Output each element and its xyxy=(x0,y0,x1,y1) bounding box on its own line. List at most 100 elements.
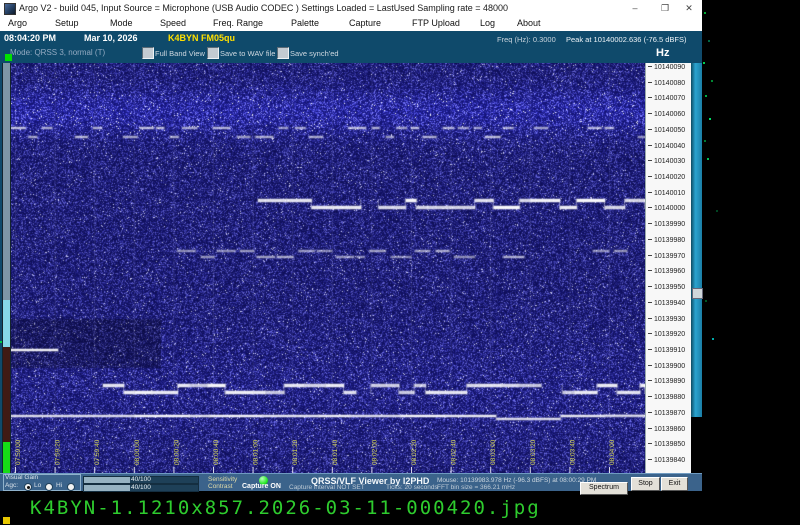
freq-scale-label: 10139930 xyxy=(648,316,685,323)
hz-unit-label: Hz xyxy=(656,47,670,59)
hi-label: Hi xyxy=(56,482,63,489)
menu-item-capture[interactable]: Capture xyxy=(349,18,381,28)
ticks-readout: Ticks: 20 seconds xyxy=(386,483,438,491)
frequency-scrollbar[interactable] xyxy=(691,63,703,473)
visual-gain-label: Visual Gain xyxy=(5,474,39,481)
freq-scale-label: 10139910 xyxy=(648,347,685,354)
callsign-grid: K4BYN FM05qu xyxy=(168,33,236,43)
mode-label: Mode: QRSS 3, normal (T) xyxy=(10,48,106,57)
freq-scale-label: 10140080 xyxy=(648,80,685,87)
contrast-slider-fill xyxy=(84,484,130,491)
freq-scale-label: 10140090 xyxy=(648,64,685,71)
menu-item-freq-range[interactable]: Freq. Range xyxy=(213,18,263,28)
exit-button[interactable]: Exit xyxy=(661,476,688,491)
menu-item-palette[interactable]: Palette xyxy=(291,18,319,28)
capture-filename: K4BYN-1.1210x857.2026-03-11-000420.jpg xyxy=(30,497,541,519)
freq-scale-label: 10140070 xyxy=(648,95,685,102)
sensitivity-value: 40/100 xyxy=(131,476,151,483)
agc-label: Agc: xyxy=(5,482,19,489)
contrast-label: Contrast xyxy=(208,483,233,490)
sensitivity-label: Sensitivity xyxy=(208,476,238,483)
level-bar-segment-2 xyxy=(3,347,10,442)
checkbox-full-band-view[interactable] xyxy=(142,47,154,59)
close-button[interactable]: ✕ xyxy=(681,2,697,14)
level-bar-segment-0 xyxy=(3,63,10,300)
menu-item-about[interactable]: About xyxy=(517,18,541,28)
sensitivity-slider-fill xyxy=(84,477,130,483)
freq-scale-label: 10140040 xyxy=(648,143,685,150)
maximize-button[interactable]: ❐ xyxy=(657,2,673,14)
checkbox-save-to-wav-file[interactable] xyxy=(207,47,219,59)
freq-scale-label: 10139940 xyxy=(648,300,685,307)
freq-scale-label: 10140050 xyxy=(648,127,685,134)
noise-speck xyxy=(704,140,706,142)
noise-speck xyxy=(704,12,706,14)
desktop: Argo V2 - build 045, Input Source = Micr… xyxy=(0,0,800,525)
checkbox-label: Save to WAV file xyxy=(220,49,276,58)
waterfall-display[interactable] xyxy=(11,63,645,473)
freq-scale-label: 10139980 xyxy=(648,237,685,244)
freq-scale-label: 10140010 xyxy=(648,190,685,197)
capture-status: Capture ON xyxy=(242,483,281,490)
noise-speck xyxy=(0,341,2,343)
freq-scale-label: 10139950 xyxy=(648,284,685,291)
noise-speck xyxy=(703,62,705,64)
checkbox-label: Save synch'ed xyxy=(290,49,339,58)
peak-readout: Peak at 10140002.636 (-76.5 dBFS) xyxy=(566,35,687,44)
checkbox-save-synch-ed[interactable] xyxy=(277,47,289,59)
menu-item-argo[interactable]: Argo xyxy=(8,18,27,28)
freq-readout: Freq (Hz): 0.3000 xyxy=(497,35,556,44)
clock-date: Mar 10, 2026 xyxy=(84,33,138,43)
freq-scale-label: 10139870 xyxy=(648,410,685,417)
argo-window: Argo V2 - build 045, Input Source = Micr… xyxy=(0,0,703,495)
freq-scale-label: 10139960 xyxy=(648,268,685,275)
menu-item-speed[interactable]: Speed xyxy=(160,18,186,28)
noise-speck xyxy=(707,158,709,160)
status-bar: 08:04:20 PM Mar 10, 2026 K4BYN FM05qu Fr… xyxy=(0,31,702,63)
freq-scale-label: 10139860 xyxy=(648,426,685,433)
input-level-bar xyxy=(2,63,11,473)
menu-item-mode[interactable]: Mode xyxy=(110,18,133,28)
freq-scale-label: 10139840 xyxy=(648,457,685,464)
freq-scale-label: 10139850 xyxy=(648,441,685,448)
menu-item-log[interactable]: Log xyxy=(480,18,495,28)
freq-scale-label: 10140020 xyxy=(648,174,685,181)
noise-speck xyxy=(708,40,710,42)
contrast-value: 40/100 xyxy=(131,483,151,491)
scrollbar-thumb[interactable] xyxy=(692,288,703,299)
checkbox-label: Full Band View xyxy=(155,49,205,58)
freq-scale-label: 10140030 xyxy=(648,158,685,165)
cursor-artifact xyxy=(3,517,10,524)
window-title: Argo V2 - build 045, Input Source = Micr… xyxy=(19,3,509,13)
noise-speck xyxy=(709,118,711,120)
lo-radio[interactable] xyxy=(45,483,53,491)
menu-item-ftp-upload[interactable]: FTP Upload xyxy=(412,18,460,28)
freq-scale-label: 10139970 xyxy=(648,253,685,260)
scrollbar-track[interactable] xyxy=(691,63,702,417)
title-bar[interactable]: Argo V2 - build 045, Input Source = Micr… xyxy=(0,0,702,16)
freq-scale-label: 10139880 xyxy=(648,394,685,401)
freq-scale-label: 10139900 xyxy=(648,363,685,370)
menu-item-setup[interactable]: Setup xyxy=(55,18,79,28)
lo-label: Lo xyxy=(34,482,42,489)
noise-speck xyxy=(705,95,707,97)
spectrum-button[interactable]: Spectrum xyxy=(580,482,628,495)
noise-speck xyxy=(711,80,713,82)
noise-speck xyxy=(712,338,714,340)
hi-radio[interactable] xyxy=(67,483,75,491)
contrast-slider[interactable]: 40/100 xyxy=(83,483,199,492)
freq-scale-label: 10140000 xyxy=(648,205,685,212)
freq-scale-label: 10140060 xyxy=(648,111,685,118)
minimize-button[interactable]: – xyxy=(627,2,643,14)
freq-scale-label: 10139920 xyxy=(648,331,685,338)
stop-button[interactable]: Stop xyxy=(631,476,660,491)
noise-speck xyxy=(716,210,718,212)
agc-radio[interactable] xyxy=(24,483,32,491)
control-bar: Visual Gain Agc: Lo Hi 40/100 40/100 Sen… xyxy=(0,473,702,495)
level-bar-segment-1 xyxy=(3,300,10,347)
freq-scale-label: 10139890 xyxy=(648,378,685,385)
fft-bin-readout: FFT bin size = 366.21 mHz xyxy=(437,483,516,491)
level-indicator-square xyxy=(5,54,12,61)
freq-scale-label: 10139990 xyxy=(648,221,685,228)
menu-bar: Argo Setup Mode Speed Freq. Range Palette Capt… xyxy=(0,16,702,32)
